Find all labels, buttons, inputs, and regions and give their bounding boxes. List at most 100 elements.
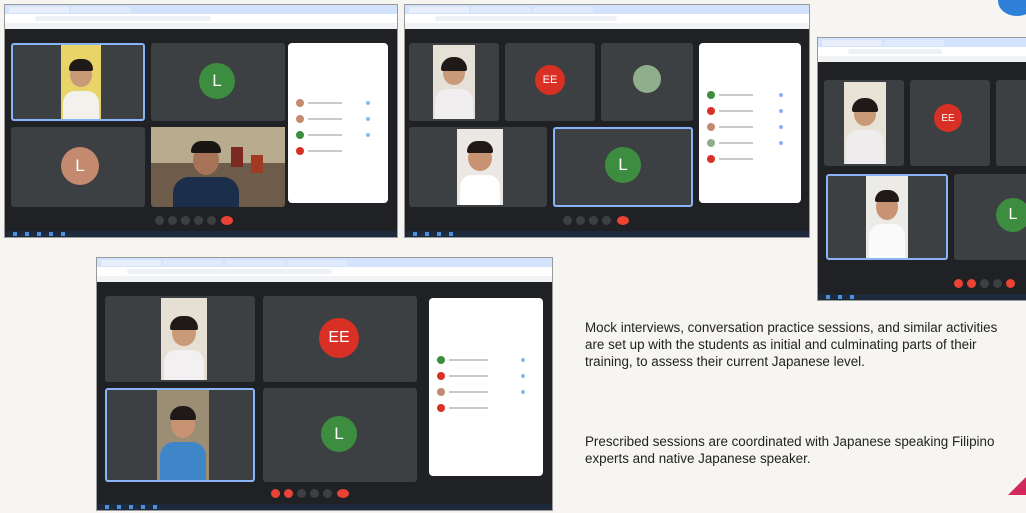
browser-address-bar [405, 14, 809, 23]
meeting-screenshot-2: EE L [405, 5, 809, 237]
video-grid: L L [5, 29, 287, 217]
taskbar [97, 504, 552, 510]
participant-avatar: L [61, 147, 99, 185]
participant-video [457, 129, 503, 205]
meeting-controls [818, 274, 1026, 294]
present-button[interactable] [993, 279, 1002, 288]
video-tile [826, 174, 948, 260]
more-options-button[interactable] [207, 216, 216, 225]
participant-video [866, 176, 908, 258]
taskbar [5, 231, 397, 237]
camera-button[interactable] [284, 489, 293, 498]
video-tile [151, 127, 285, 207]
camera-button[interactable] [576, 216, 585, 225]
meeting-controls [405, 211, 809, 231]
hang-up-button[interactable] [954, 279, 963, 288]
browser-tab-bar [5, 5, 397, 14]
participant-row [707, 139, 793, 147]
participant-row [707, 123, 793, 131]
captions-button[interactable] [297, 489, 306, 498]
video-tile [409, 43, 499, 121]
video-tile [105, 388, 255, 482]
video-grid: EE L [818, 62, 1026, 280]
browser-address-bar [818, 47, 1026, 56]
taskbar [818, 294, 1026, 300]
present-button[interactable] [194, 216, 203, 225]
mic-button[interactable] [155, 216, 164, 225]
video-tile: L [263, 388, 417, 482]
participants-panel [288, 43, 388, 203]
participant-avatar: L [605, 147, 641, 183]
camera-button[interactable] [168, 216, 177, 225]
video-tile [996, 80, 1026, 166]
video-tile [601, 43, 693, 121]
corner-decoration-triangle [1008, 477, 1026, 495]
video-tile [11, 43, 145, 121]
participant-row [296, 115, 380, 123]
participant-video [157, 390, 209, 480]
taskbar [405, 231, 809, 237]
participant-avatar [633, 65, 661, 93]
browser-tab-bar [405, 5, 809, 14]
participant-video [161, 298, 207, 380]
hang-up-button[interactable] [337, 489, 349, 498]
hang-up-button[interactable] [617, 216, 629, 225]
participant-video [433, 45, 475, 119]
video-tile: L [151, 43, 285, 121]
participant-avatar: L [996, 198, 1026, 232]
participant-row [296, 99, 380, 107]
present-button[interactable] [310, 489, 319, 498]
hang-up-button[interactable] [221, 216, 233, 225]
video-tile: EE [505, 43, 595, 121]
captions-button[interactable] [181, 216, 190, 225]
participant-video [844, 82, 886, 164]
video-tile [824, 80, 904, 166]
participant-avatar: EE [535, 65, 565, 95]
meeting-controls [5, 211, 397, 231]
caption-paragraph-1: Mock interviews, conversation practice s… [585, 320, 998, 369]
participants-panel [429, 298, 543, 476]
more-options-button[interactable] [1006, 279, 1015, 288]
video-tile: EE [263, 296, 417, 382]
video-tile: L [11, 127, 145, 207]
browser-address-bar [97, 267, 552, 276]
participant-avatar: L [321, 416, 357, 452]
meeting-controls [97, 484, 552, 504]
mic-button[interactable] [271, 489, 280, 498]
participant-row [707, 91, 793, 99]
more-options-button[interactable] [323, 489, 332, 498]
mic-button[interactable] [967, 279, 976, 288]
participant-avatar: EE [934, 104, 962, 132]
participant-avatar: EE [319, 318, 359, 358]
participant-row [437, 372, 535, 380]
video-tile [105, 296, 255, 382]
mic-button[interactable] [563, 216, 572, 225]
browser-tab-bar [97, 258, 552, 267]
participant-row [437, 356, 535, 364]
meeting-screenshot-3: EE L [818, 38, 1026, 300]
browser-tab-bar [818, 38, 1026, 47]
video-tile: EE [910, 80, 990, 166]
meeting-screenshot-4: EE L [97, 258, 552, 510]
video-tile: L [954, 174, 1026, 260]
participant-row [437, 404, 535, 412]
meeting-screenshot-1: L L [5, 5, 397, 237]
corner-decoration-blue [998, 0, 1026, 16]
participant-video [151, 127, 285, 207]
participant-avatar: L [199, 63, 235, 99]
caption-paragraph-2: Prescribed sessions are coordinated with… [585, 434, 995, 466]
video-grid: EE L [97, 282, 430, 490]
video-grid: EE L [405, 29, 697, 217]
participant-row [296, 147, 380, 155]
camera-button[interactable] [980, 279, 989, 288]
video-tile [409, 127, 547, 207]
captions-button[interactable] [589, 216, 598, 225]
participants-panel [699, 43, 801, 203]
participant-row [437, 388, 535, 396]
present-button[interactable] [602, 216, 611, 225]
participant-video [61, 45, 101, 119]
browser-address-bar [5, 14, 397, 23]
participant-row [296, 131, 380, 139]
participant-row [707, 155, 793, 163]
caption-block: Prescribed sessions are coordinated with… [585, 433, 1010, 467]
